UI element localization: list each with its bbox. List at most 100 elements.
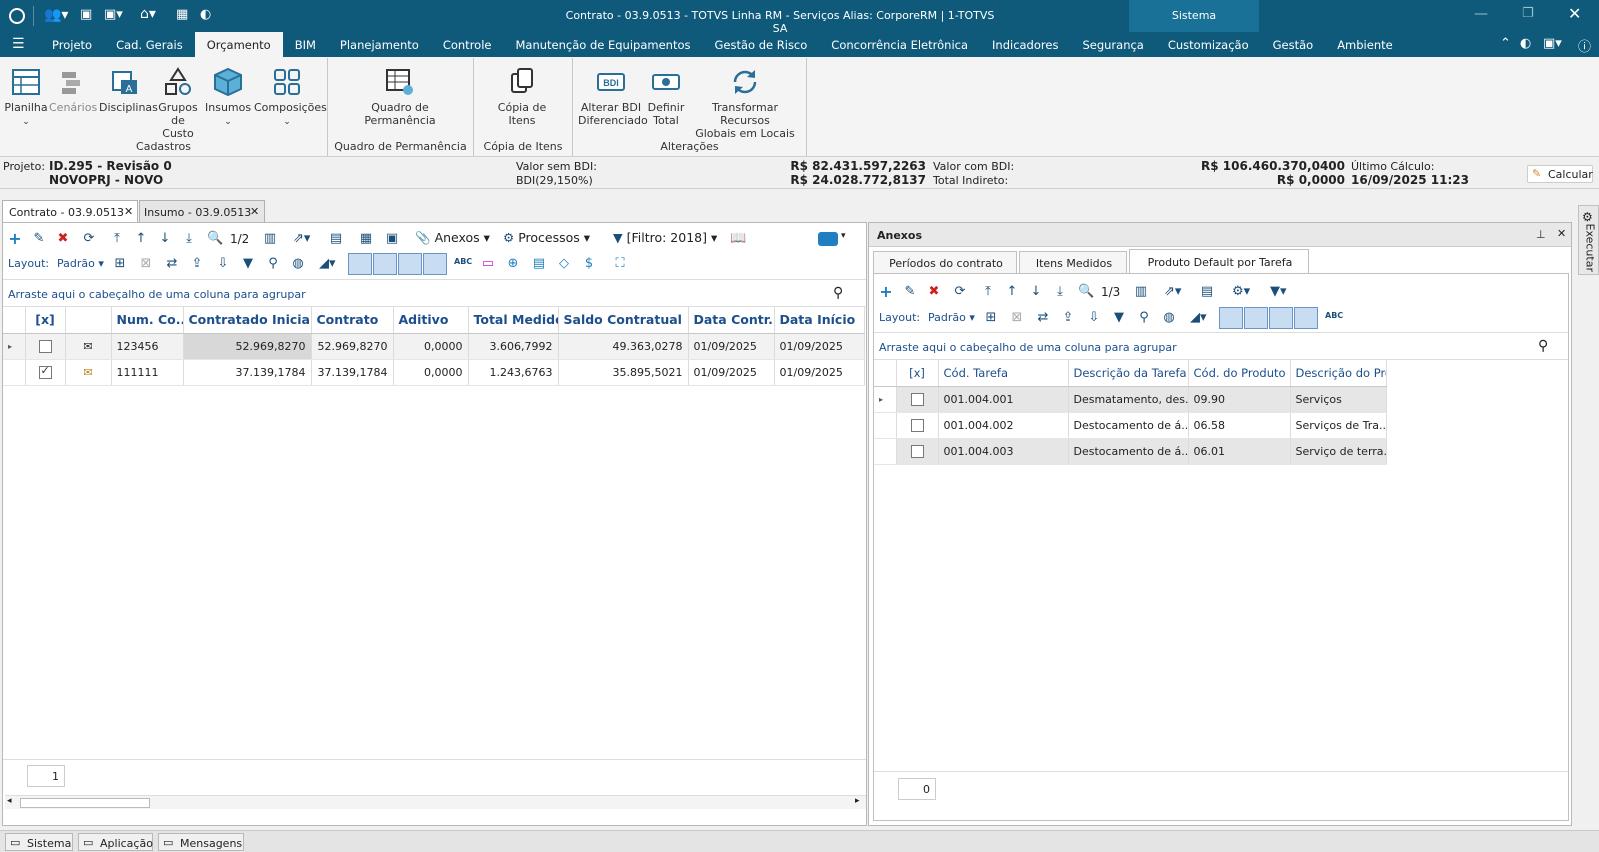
filter-icon[interactable]: ▼▾	[1270, 284, 1287, 300]
menu-item-gest-o-de-risco[interactable]: Gestão de Risco	[703, 32, 820, 57]
horizontal-scrollbar[interactable]: ◂ ▸	[5, 795, 866, 809]
refresh-icon[interactable]: ⟳	[81, 231, 97, 247]
close-panel-icon[interactable]: ✕	[1557, 227, 1566, 240]
up-icon[interactable]: ↑	[133, 231, 149, 247]
calcular-button[interactable]: ✎ Calcular	[1527, 165, 1593, 183]
menu-item-ambiente[interactable]: Ambiente	[1325, 32, 1405, 57]
scroll-right-icon[interactable]: ▸	[855, 796, 860, 806]
minimize-button[interactable]: —	[1474, 6, 1488, 22]
up-icon[interactable]: ↑	[1004, 284, 1020, 300]
paint-icon[interactable]: ▼	[240, 256, 256, 272]
pin-icon[interactable]: ⊥	[1536, 228, 1546, 241]
group-by-area[interactable]: Arraste aqui o cabeçalho de uma coluna p…	[3, 279, 866, 307]
columns-icon[interactable]: ▥	[1133, 284, 1149, 300]
close-tab-icon[interactable]: ✕	[250, 205, 259, 218]
doctab-contrato[interactable]: Contrato - 03.9.0513 ✕	[2, 200, 138, 222]
paint-icon[interactable]: ▼	[1111, 310, 1127, 326]
close-button[interactable]: ✕	[1568, 4, 1581, 23]
calc-icon[interactable]: ▦	[176, 7, 188, 22]
transformar-recursos-button[interactable]: Transformar Recursos Globais em Locais	[689, 66, 801, 140]
fit-icon[interactable]: ⛶	[612, 256, 628, 272]
download-icon[interactable]: ⇩	[215, 256, 231, 272]
col-cod-produto[interactable]: Cód. do Produto	[1188, 360, 1291, 387]
video-icon[interactable]	[818, 232, 838, 246]
new-doc-icon[interactable]: ⊕	[505, 256, 521, 272]
menu-icon[interactable]: ☰	[12, 36, 25, 52]
table-row[interactable]: ▸ 001.004.001 Desmatamento, des... 09.90 Ser…	[874, 386, 1387, 413]
search-icon[interactable]: 🔍	[1078, 284, 1094, 300]
status-mensagens-button[interactable]: ▭ Mensagens	[158, 833, 244, 851]
checkbox[interactable]	[910, 392, 924, 406]
col-desc-tarefa[interactable]: Descrição da Tarefa	[1068, 360, 1189, 387]
export-icon[interactable]: ⇗▾	[293, 231, 310, 247]
menu-item-projeto[interactable]: Projeto	[40, 32, 104, 57]
first-icon[interactable]: ⤒	[980, 284, 996, 300]
first-icon[interactable]: ⤒	[109, 231, 125, 247]
restore-button[interactable]: ❐	[1522, 6, 1534, 21]
layout-dropdown[interactable]: Padrão ▾	[928, 311, 975, 324]
col-total-medido[interactable]: Total Medido	[468, 307, 559, 334]
copia-itens-button[interactable]: Cópia de Itens	[490, 66, 554, 127]
layout-dropdown[interactable]: Padrão ▾	[57, 257, 104, 270]
row-checkbox[interactable]	[25, 333, 66, 360]
pin-icon[interactable]: ⚲	[265, 256, 281, 272]
view-mode-3-button[interactable]	[398, 253, 422, 275]
col-aditivo[interactable]: Aditivo	[393, 307, 469, 334]
add-row-icon[interactable]: ⊞	[112, 256, 128, 272]
columns-icon[interactable]: ▥	[262, 231, 278, 247]
tab-produto-default[interactable]: Produto Default por Tarefa	[1129, 249, 1309, 273]
row-checkbox[interactable]	[896, 412, 939, 439]
filter-button[interactable]: ▼ [Filtro: 2018] ▾	[613, 230, 717, 245]
col-data-inicio[interactable]: Data Início	[774, 307, 865, 334]
table-row[interactable]: ✉ 111111 37.139,1784 37.139,1784 0,0000 …	[3, 359, 865, 386]
edit-icon[interactable]: ✎	[902, 284, 918, 300]
cenarios-button[interactable]: Cenários	[49, 66, 97, 114]
scroll-thumb[interactable]	[20, 798, 150, 808]
table-row[interactable]: ▸ ✉ 123456 52.969,8270 52.969,8270 0,000…	[3, 333, 865, 360]
checkbox[interactable]	[910, 418, 924, 432]
chart-icon[interactable]: ◢▾	[1190, 310, 1207, 326]
menu-item-seguran-a[interactable]: Segurança	[1070, 32, 1155, 57]
status-sistema-button[interactable]: ▭ Sistema	[5, 833, 73, 851]
chart-icon[interactable]: ◢▾	[319, 256, 336, 272]
remove-row-icon[interactable]: ⊠	[138, 256, 154, 272]
definir-total-button[interactable]: Definir Total	[646, 66, 686, 127]
search-icon[interactable]: ⚲	[1538, 338, 1548, 354]
processos-button[interactable]: ⚙ Processos ▾	[503, 230, 590, 245]
add-icon[interactable]: +	[7, 231, 23, 247]
remove-row-icon[interactable]: ⊠	[1009, 310, 1025, 326]
down-icon[interactable]: ↓	[157, 231, 173, 247]
help-icon[interactable]: ◐	[1520, 36, 1531, 51]
shapes-icon[interactable]: ◍	[1161, 310, 1177, 326]
menu-item-controle[interactable]: Controle	[431, 32, 504, 57]
calendar-icon[interactable]: ▭	[480, 256, 496, 272]
swap-icon[interactable]: ⇄	[164, 256, 180, 272]
spellcheck-icon[interactable]: ABC	[454, 257, 472, 266]
menu-item-cad-gerais[interactable]: Cad. Gerais	[104, 32, 195, 57]
view-mode-2-button[interactable]	[373, 253, 397, 275]
export-icon[interactable]: ⇗▾	[1164, 284, 1181, 300]
col-saldo[interactable]: Saldo Contratual	[558, 307, 689, 334]
grupos-custo-button[interactable]: Grupos de Custo	[154, 66, 202, 140]
users-icon[interactable]: 👥▾	[44, 7, 68, 23]
row-checkbox[interactable]	[896, 438, 939, 465]
row-checkbox[interactable]	[25, 359, 66, 386]
status-aplicacao-button[interactable]: ▭ Aplicação	[78, 833, 153, 851]
row-checkbox[interactable]	[896, 386, 939, 413]
checkbox-checked[interactable]	[38, 364, 52, 379]
image-icon[interactable]: ▣	[384, 231, 400, 247]
down-icon[interactable]: ↓	[1028, 284, 1044, 300]
refresh-icon[interactable]: ⟳	[952, 284, 968, 300]
delete-icon[interactable]: ✖	[926, 284, 942, 300]
anexos-button[interactable]: 📎 Anexos ▾	[415, 230, 490, 246]
view-mode-1-button[interactable]	[348, 253, 372, 275]
document-icon[interactable]: ▤	[328, 231, 344, 247]
tab-periodos[interactable]: Períodos do contrato	[873, 251, 1017, 273]
view-mode-4-button[interactable]	[1294, 307, 1318, 329]
view-mode-4-button[interactable]	[423, 253, 447, 275]
search-icon[interactable]: ⚲	[833, 285, 843, 301]
col-select[interactable]: [x]	[896, 360, 939, 387]
upload-icon[interactable]: ⇪	[189, 256, 205, 272]
menu-item-gest-o[interactable]: Gestão	[1261, 32, 1326, 57]
menu-item-planejamento[interactable]: Planejamento	[328, 32, 431, 57]
